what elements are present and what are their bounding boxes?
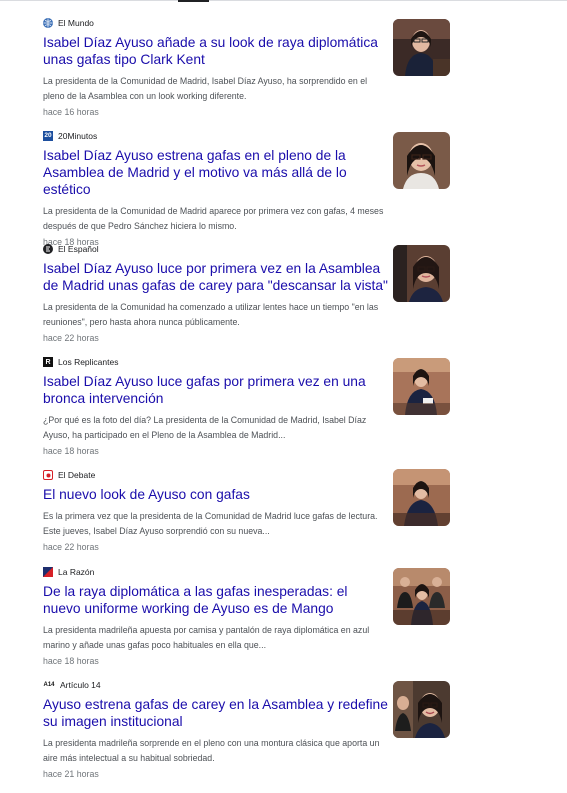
source-name: El Mundo bbox=[58, 18, 94, 28]
active-tab-indicator bbox=[178, 0, 209, 2]
20minutos-logo-icon: 20 bbox=[43, 131, 53, 141]
news-thumbnail[interactable] bbox=[393, 469, 450, 526]
news-item[interactable]: El Mundo Isabel Díaz Ayuso añade a su lo… bbox=[43, 16, 455, 117]
source-name: El Debate bbox=[58, 470, 96, 480]
news-timestamp: hace 22 horas bbox=[43, 333, 99, 343]
news-item[interactable]: A14 Artículo 14 Ayuso estrena gafas de c… bbox=[43, 678, 455, 779]
news-item[interactable]: El Español Isabel Díaz Ayuso luce por pr… bbox=[43, 242, 455, 343]
news-headline-link[interactable]: Ayuso estrena gafas de carey en la Asamb… bbox=[43, 696, 388, 730]
source-name: Artículo 14 bbox=[60, 680, 101, 690]
news-thumbnail[interactable] bbox=[393, 245, 450, 302]
el-mundo-globe-icon bbox=[43, 18, 53, 28]
news-snippet: La presidenta madrileña sorprende en el … bbox=[43, 738, 380, 763]
source-name: El Español bbox=[58, 244, 99, 254]
el-debate-logo-icon bbox=[43, 470, 53, 480]
articulo-14-logo-icon: A14 bbox=[43, 682, 55, 688]
news-snippet: Es la primera vez que la presidenta de l… bbox=[43, 511, 378, 536]
news-timestamp: hace 16 horas bbox=[43, 107, 99, 117]
news-snippet: ¿Por qué es la foto del día? La presiden… bbox=[43, 415, 367, 440]
news-headline-link[interactable]: De la raya diplomática a las gafas inesp… bbox=[43, 583, 388, 617]
news-thumbnail[interactable] bbox=[393, 132, 450, 189]
news-thumbnail[interactable] bbox=[393, 681, 450, 738]
news-headline-link[interactable]: Isabel Díaz Ayuso luce gafas por primera… bbox=[43, 373, 388, 407]
top-divider bbox=[0, 0, 567, 1]
news-thumbnail[interactable] bbox=[393, 358, 450, 415]
source-name: La Razón bbox=[58, 567, 95, 577]
news-headline-link[interactable]: Isabel Díaz Ayuso añade a su look de ray… bbox=[43, 34, 388, 68]
source-name: Los Replicantes bbox=[58, 357, 119, 367]
news-snippet: La presidenta madrileña apuesta por cami… bbox=[43, 625, 370, 650]
news-thumbnail[interactable] bbox=[393, 568, 450, 625]
news-timestamp: hace 21 horas bbox=[43, 769, 99, 779]
news-headline-link[interactable]: El nuevo look de Ayuso con gafas bbox=[43, 486, 388, 503]
news-item[interactable]: La Razón De la raya diplomática a las ga… bbox=[43, 565, 455, 666]
news-headline-link[interactable]: Isabel Díaz Ayuso luce por primera vez e… bbox=[43, 260, 388, 294]
la-razon-logo-icon bbox=[43, 567, 53, 577]
news-item[interactable]: El Debate El nuevo look de Ayuso con gaf… bbox=[43, 468, 455, 552]
el-espanol-logo-icon bbox=[43, 244, 53, 254]
news-item[interactable]: R Los Replicantes Isabel Díaz Ayuso luce… bbox=[43, 355, 455, 456]
los-replicantes-logo-icon: R bbox=[43, 357, 53, 367]
news-thumbnail[interactable] bbox=[393, 19, 450, 76]
news-snippet: La presidenta de la Comunidad de Madrid,… bbox=[43, 76, 368, 101]
news-timestamp: hace 18 horas bbox=[43, 446, 99, 456]
news-headline-link[interactable]: Isabel Díaz Ayuso estrena gafas en el pl… bbox=[43, 147, 388, 198]
news-timestamp: hace 22 horas bbox=[43, 542, 99, 552]
news-timestamp: hace 18 horas bbox=[43, 656, 99, 666]
news-snippet: La presidenta de la Comunidad ha comenza… bbox=[43, 302, 379, 327]
news-snippet: La presidenta de la Comunidad de Madrid … bbox=[43, 206, 384, 231]
news-item[interactable]: 20 20Minutos Isabel Díaz Ayuso estrena g… bbox=[43, 129, 455, 247]
source-name: 20Minutos bbox=[58, 131, 98, 141]
